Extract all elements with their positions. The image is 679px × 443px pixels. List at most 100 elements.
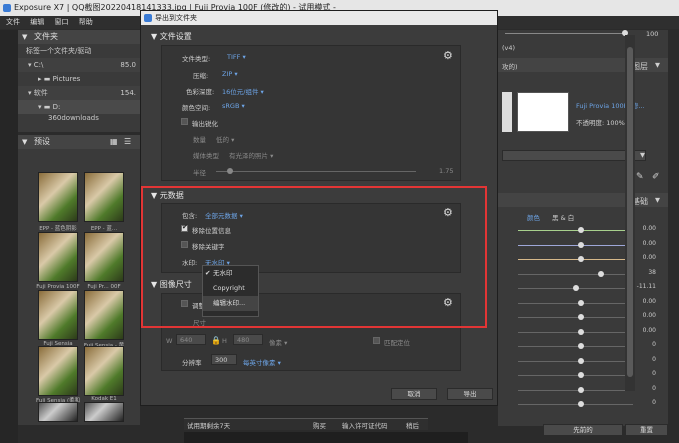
eyedropper-icon[interactable]: ✎ bbox=[636, 172, 644, 182]
color-space-select[interactable]: sRGB ▾ bbox=[222, 102, 245, 110]
slider-knob[interactable] bbox=[578, 241, 585, 248]
collapse-arrow-icon: ▼ bbox=[22, 33, 28, 41]
layer-mask-thumb[interactable] bbox=[517, 92, 569, 132]
slider-knob[interactable] bbox=[578, 401, 585, 407]
menu-window[interactable]: 窗口 bbox=[54, 18, 68, 26]
resolution-unit-select[interactable]: 每英寸像素 ▾ bbox=[243, 357, 281, 367]
folders-header[interactable]: ▼ 文件夹 bbox=[18, 30, 140, 44]
slider-track[interactable] bbox=[518, 360, 633, 362]
gear-icon[interactable]: ⚙ bbox=[443, 49, 453, 62]
bit-depth-select[interactable]: 16位元/组件 ▾ bbox=[222, 86, 264, 96]
width-input[interactable]: 640 bbox=[176, 334, 206, 345]
dialog-scrollbar-thumb[interactable] bbox=[627, 47, 633, 377]
menu-edit[interactable]: 编辑 bbox=[30, 18, 44, 26]
slider-track[interactable] bbox=[518, 273, 633, 275]
amount-select[interactable]: 低的 ▾ bbox=[216, 134, 234, 144]
height-input[interactable]: 480 bbox=[233, 334, 263, 345]
compress-select[interactable]: ZIP ▾ bbox=[222, 70, 238, 78]
slider-track[interactable] bbox=[518, 331, 633, 333]
left-toolstrip bbox=[0, 30, 18, 443]
fit-checkbox[interactable] bbox=[373, 337, 380, 344]
collapse-arrow-icon[interactable]: ▼ bbox=[655, 196, 660, 204]
slider-value: 0.00 bbox=[642, 312, 656, 319]
export-icon bbox=[144, 14, 152, 22]
bit-depth-value: 16位元/组件 bbox=[222, 88, 259, 96]
preset-thumb[interactable] bbox=[38, 172, 78, 222]
license-link[interactable]: 输入许可证代码 bbox=[342, 420, 388, 430]
menu-file[interactable]: 文件 bbox=[6, 18, 20, 26]
folder-360downloads-name: 360downloads bbox=[48, 114, 99, 122]
top-slider-track[interactable] bbox=[505, 33, 625, 34]
drive-c[interactable]: ▾ C:\ 85.0 bbox=[18, 58, 140, 72]
media-select[interactable]: 有光泽的照片 ▾ bbox=[229, 150, 273, 160]
preset-thumb[interactable] bbox=[84, 346, 124, 396]
buy-link[interactable]: 购买 bbox=[313, 420, 326, 430]
slider-track[interactable] bbox=[518, 317, 633, 318]
file-type-select[interactable]: TIFF ▾ bbox=[227, 53, 246, 61]
slider-knob[interactable] bbox=[572, 285, 579, 291]
list-view-icon[interactable]: ☰ bbox=[124, 135, 131, 149]
file-type-label: 文件类型: bbox=[182, 55, 211, 63]
preset-thumb[interactable] bbox=[38, 402, 78, 422]
lock-icon[interactable]: 🔒 bbox=[211, 336, 221, 345]
basic-slider[interactable]: 0 bbox=[498, 399, 658, 411]
slider-track[interactable] bbox=[518, 404, 633, 405]
filmstrip-scrollbar[interactable] bbox=[184, 432, 468, 443]
tab-color[interactable]: 颜色 bbox=[527, 212, 540, 222]
slider-track[interactable] bbox=[518, 230, 633, 231]
unit-select[interactable]: 像素 ▾ bbox=[269, 337, 287, 347]
resolution-value: 300 bbox=[215, 356, 228, 364]
presets-title: 预设 bbox=[34, 137, 50, 146]
export-button[interactable]: 导出 bbox=[447, 388, 493, 400]
presets-header[interactable]: ▼ 预设 ▦ ☰ bbox=[18, 135, 140, 149]
radius-slider-knob[interactable] bbox=[227, 168, 233, 174]
add-folder-item[interactable]: 标签一个文件夹/驱动 bbox=[18, 44, 140, 58]
later-link[interactable]: 稍后 bbox=[406, 420, 419, 430]
resolution-label: 分辨率 bbox=[182, 359, 202, 367]
slider-track[interactable] bbox=[518, 302, 633, 304]
preset-thumb[interactable] bbox=[38, 346, 78, 396]
slider-knob[interactable] bbox=[578, 314, 585, 320]
preset-thumb[interactable] bbox=[84, 232, 124, 282]
preset-thumb[interactable] bbox=[84, 402, 124, 422]
folder-pictures[interactable]: ▸ ▬ Pictures bbox=[18, 72, 140, 86]
slider-track[interactable] bbox=[518, 389, 633, 391]
slider-knob[interactable] bbox=[597, 270, 604, 277]
menu-help[interactable]: 帮助 bbox=[79, 18, 93, 26]
chevron-down-icon[interactable]: ▼ bbox=[640, 151, 645, 159]
tab-bw[interactable]: 黑 & 白 bbox=[552, 212, 574, 222]
drive-software[interactable]: ▾ 软件 154. bbox=[18, 86, 140, 100]
brush-icon[interactable]: ✐ bbox=[652, 172, 660, 182]
grid-view-icon[interactable]: ▦ bbox=[110, 135, 118, 149]
slider-track[interactable] bbox=[518, 244, 633, 246]
resolution-input[interactable]: 300 bbox=[211, 354, 237, 365]
slider-track[interactable] bbox=[518, 259, 633, 260]
slider-value: 0.00 bbox=[642, 239, 656, 247]
folder-360downloads[interactable]: 360downloads bbox=[18, 114, 140, 122]
slider-knob[interactable] bbox=[578, 372, 585, 378]
slider-knob[interactable] bbox=[578, 328, 585, 335]
radius-slider[interactable] bbox=[216, 171, 416, 172]
preset-thumb[interactable] bbox=[38, 290, 78, 340]
collapse-arrow-icon[interactable]: ▼ bbox=[655, 61, 660, 69]
cancel-button[interactable]: 取消 bbox=[391, 388, 437, 400]
folders-panel: ▼ 文件夹 标签一个文件夹/驱动 ▾ C:\ 85.0 ▸ ▬ Pictures… bbox=[18, 30, 140, 132]
slider-knob[interactable] bbox=[578, 227, 585, 233]
slider-knob[interactable] bbox=[578, 343, 585, 349]
preset-thumb[interactable] bbox=[84, 172, 124, 222]
slider-track[interactable] bbox=[518, 375, 633, 376]
resolution-unit-value: 每英寸像素 bbox=[243, 359, 276, 367]
slider-knob[interactable] bbox=[578, 256, 585, 262]
slider-knob[interactable] bbox=[578, 299, 585, 306]
preset-thumb[interactable] bbox=[84, 290, 124, 340]
dialog-scrollbar[interactable] bbox=[625, 35, 635, 391]
slider-track[interactable] bbox=[518, 346, 633, 347]
slider-knob[interactable] bbox=[578, 386, 585, 393]
preset-thumb[interactable] bbox=[38, 232, 78, 282]
reset-button[interactable]: 重置 bbox=[625, 424, 668, 436]
sharpen-checkbox[interactable] bbox=[181, 118, 188, 125]
drive-d[interactable]: ▾ ▬ D: bbox=[18, 100, 140, 114]
slider-knob[interactable] bbox=[578, 357, 585, 364]
file-settings-header[interactable]: ▼ 文件设置 bbox=[151, 31, 192, 42]
previous-button[interactable]: 先前的 bbox=[543, 424, 623, 436]
